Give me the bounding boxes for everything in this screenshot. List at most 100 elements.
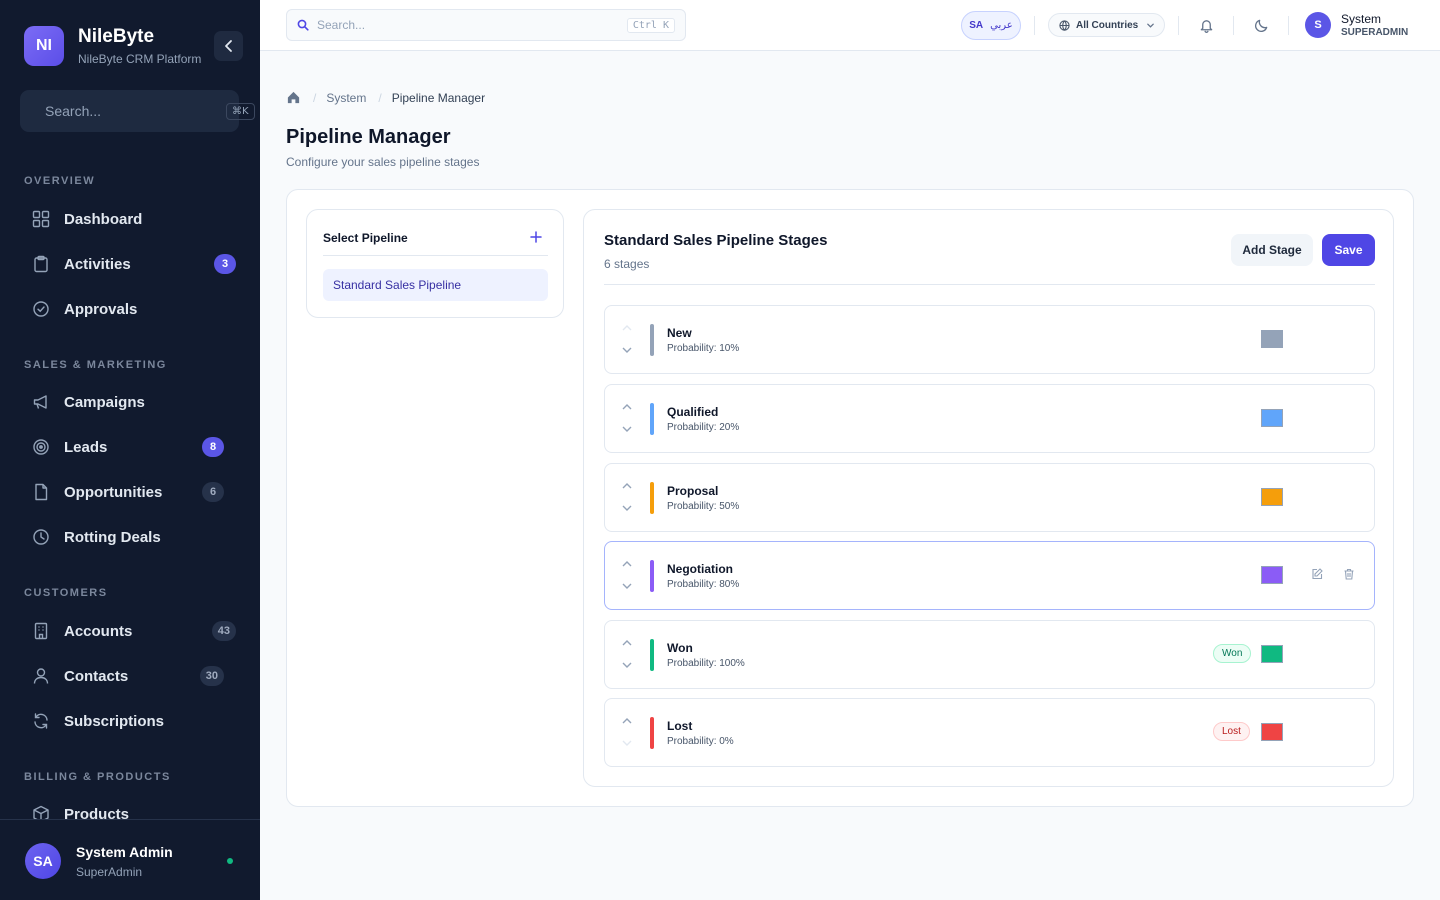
- country-label: All Countries: [1076, 19, 1139, 31]
- language-toggle[interactable]: SA عربي: [961, 11, 1021, 40]
- move-up-button[interactable]: [620, 481, 634, 491]
- check-circle-icon: [32, 300, 50, 318]
- stage-name: Proposal: [667, 484, 719, 498]
- notifications-button[interactable]: [1197, 16, 1215, 34]
- count-badge: 3: [214, 254, 236, 274]
- global-search[interactable]: Ctrl K: [286, 9, 686, 41]
- sidebar-item-opportunities[interactable]: Opportunities 6: [24, 472, 236, 512]
- divider: [1288, 16, 1289, 35]
- sidebar-item-activities[interactable]: Activities 3: [24, 244, 236, 284]
- pipeline-item[interactable]: Standard Sales Pipeline: [323, 269, 548, 301]
- color-swatch[interactable]: [1261, 723, 1283, 741]
- sidebar-item-accounts[interactable]: Accounts 43: [24, 611, 236, 651]
- collapse-sidebar-button[interactable]: [214, 31, 243, 61]
- section-sales-marketing: SALES & MARKETING: [24, 359, 167, 371]
- save-button[interactable]: Save: [1322, 234, 1375, 266]
- stage-name: Lost: [667, 719, 693, 733]
- move-down-button[interactable]: [620, 581, 634, 591]
- add-stage-button[interactable]: Add Stage: [1231, 234, 1313, 266]
- stage-probability: Probability: 50%: [667, 501, 740, 512]
- move-down-button[interactable]: [620, 345, 634, 355]
- delete-stage-button[interactable]: [1342, 567, 1356, 581]
- avatar[interactable]: S: [1305, 12, 1331, 38]
- move-down-button[interactable]: [620, 738, 634, 748]
- stage-color-bar: [650, 324, 654, 356]
- stage-probability: Probability: 0%: [667, 736, 734, 747]
- global-search-input[interactable]: [317, 18, 627, 32]
- chevron-down-icon: [622, 583, 632, 589]
- sidebar-item-rotting-deals[interactable]: Rotting Deals: [24, 517, 236, 557]
- stage-color-bar: [650, 482, 654, 514]
- search-shortcut: ⌘K: [226, 102, 255, 120]
- sidebar-item-approvals[interactable]: Approvals: [24, 289, 236, 329]
- sidebar-item-dashboard[interactable]: Dashboard: [24, 199, 236, 239]
- refresh-icon: [32, 712, 50, 730]
- user-role: SUPERADMIN: [1341, 27, 1409, 38]
- panel-title: Select Pipeline: [323, 231, 408, 245]
- move-up-button[interactable]: [620, 716, 634, 726]
- sidebar-item-label: Subscriptions: [64, 712, 165, 730]
- megaphone-icon: [32, 393, 50, 411]
- stage-name: Won: [667, 641, 693, 655]
- sidebar-item-label: Activities: [64, 255, 131, 273]
- move-up-button[interactable]: [620, 559, 634, 569]
- stage-row[interactable]: Proposal Probability: 50%: [604, 463, 1375, 532]
- sidebar-search-input[interactable]: [45, 103, 226, 119]
- divider: [1178, 16, 1179, 35]
- chevron-up-icon: [622, 640, 632, 646]
- sidebar-item-subscriptions[interactable]: Subscriptions: [24, 701, 236, 741]
- moon-icon: [1254, 19, 1267, 32]
- bell-icon: [1200, 19, 1212, 33]
- user-name: System: [1341, 12, 1382, 26]
- stage-row[interactable]: Won Probability: 100% Won: [604, 620, 1375, 689]
- color-swatch[interactable]: [1261, 409, 1283, 427]
- move-down-button[interactable]: [620, 660, 634, 670]
- color-swatch[interactable]: [1261, 488, 1283, 506]
- sidebar-item-contacts[interactable]: Contacts 30: [24, 656, 236, 696]
- edit-stage-button[interactable]: [1310, 567, 1324, 581]
- move-up-button[interactable]: [620, 323, 634, 333]
- topbar: Ctrl K SA عربي All Countries S System SU…: [260, 0, 1440, 51]
- file-icon: [32, 483, 50, 501]
- theme-toggle-button[interactable]: [1252, 16, 1270, 34]
- page-subtitle: Configure your sales pipeline stages: [286, 155, 480, 169]
- sidebar-item-leads[interactable]: Leads 8: [24, 427, 236, 467]
- breadcrumb-link[interactable]: System: [326, 91, 366, 105]
- stage-color-bar: [650, 639, 654, 671]
- color-swatch[interactable]: [1261, 330, 1283, 348]
- country-select[interactable]: All Countries: [1048, 13, 1165, 37]
- stage-row[interactable]: Qualified Probability: 20%: [604, 384, 1375, 453]
- chevron-down-icon: [622, 662, 632, 668]
- move-up-button[interactable]: [620, 402, 634, 412]
- stages-count: 6 stages: [604, 257, 650, 271]
- stages-title: Standard Sales Pipeline Stages: [604, 232, 828, 249]
- move-up-button[interactable]: [620, 638, 634, 648]
- avatar: SA: [25, 843, 61, 879]
- color-swatch[interactable]: [1261, 645, 1283, 663]
- stage-probability: Probability: 80%: [667, 579, 740, 590]
- sidebar-item-campaigns[interactable]: Campaigns: [24, 382, 236, 422]
- language-label: عربي: [990, 20, 1013, 31]
- stage-name: Qualified: [667, 405, 719, 419]
- add-pipeline-button[interactable]: [528, 229, 544, 245]
- sidebar-search[interactable]: ⌘K: [20, 90, 255, 132]
- sidebar-user[interactable]: SA System Admin SuperAdmin: [0, 819, 260, 900]
- brand[interactable]: NI NileByte NileByte CRM Platform: [24, 26, 201, 66]
- chevron-up-icon: [622, 483, 632, 489]
- color-swatch[interactable]: [1261, 566, 1283, 584]
- brand-name: NileByte: [78, 26, 155, 47]
- stage-row[interactable]: Negotiation Probability: 80%: [604, 541, 1375, 610]
- chevron-down-icon: [1147, 23, 1155, 28]
- move-down-button[interactable]: [620, 503, 634, 513]
- sidebar-item-label: Accounts: [64, 622, 133, 640]
- home-icon[interactable]: [286, 90, 301, 105]
- sidebar-item-label: Leads: [64, 438, 108, 456]
- stage-probability: Probability: 10%: [667, 343, 740, 354]
- move-down-button[interactable]: [620, 424, 634, 434]
- section-customers: CUSTOMERS: [24, 587, 108, 599]
- search-shortcut: Ctrl K: [626, 17, 675, 33]
- stage-row[interactable]: New Probability: 10%: [604, 305, 1375, 374]
- stage-row[interactable]: Lost Probability: 0% Lost: [604, 698, 1375, 767]
- stages-panel: Standard Sales Pipeline Stages 6 stages …: [583, 209, 1394, 787]
- count-badge: 8: [202, 437, 224, 457]
